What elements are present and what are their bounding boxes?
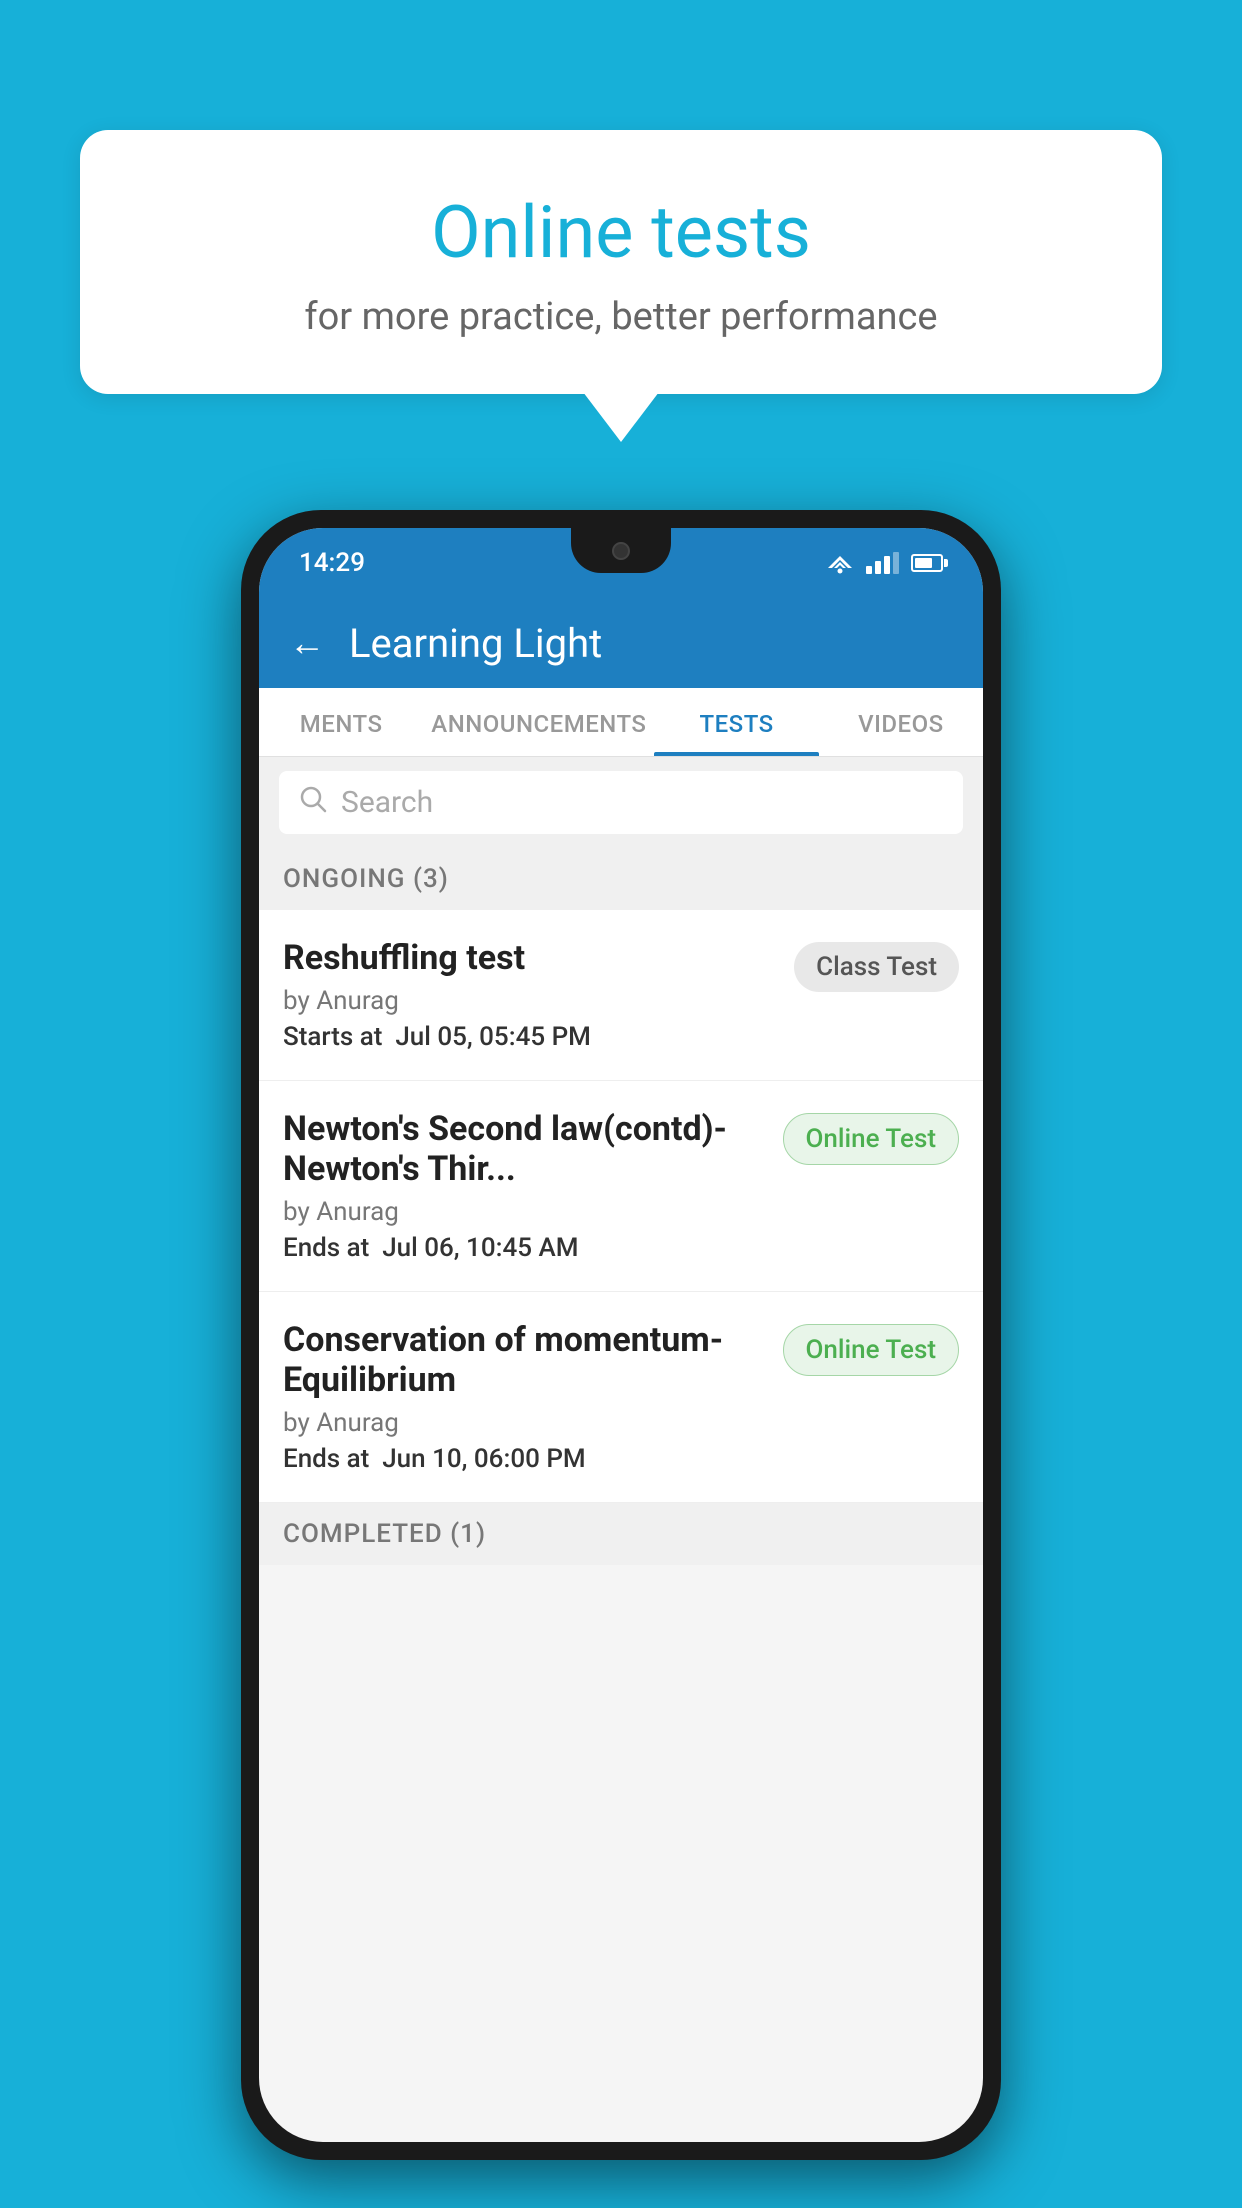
test-date-value: Jul 05, 05:45 PM [395, 1022, 591, 1052]
search-container: Search [259, 757, 983, 848]
app-header: ← Learning Light [259, 598, 983, 688]
test-date: Ends at Jul 06, 10:45 AM [283, 1233, 767, 1263]
speech-bubble-container: Online tests for more practice, better p… [80, 130, 1162, 394]
phone-screen: 14:29 [259, 528, 983, 2142]
online-test-badge: Online Test [783, 1324, 960, 1376]
online-test-badge: Online Test [783, 1113, 960, 1165]
test-by: by Anurag [283, 1197, 767, 1227]
status-icons [826, 552, 943, 574]
tab-assignments[interactable]: MENTS [259, 688, 423, 756]
completed-section-header: COMPLETED (1) [259, 1503, 983, 1565]
speech-bubble: Online tests for more practice, better p… [80, 130, 1162, 394]
test-name: Reshuffling test [283, 938, 778, 978]
tab-announcements[interactable]: ANNOUNCEMENTS [423, 688, 654, 756]
test-date-label: Ends at [283, 1233, 369, 1263]
test-by: by Anurag [283, 986, 778, 1016]
test-date: Starts at Jul 05, 05:45 PM [283, 1022, 778, 1052]
test-item[interactable]: Conservation of momentum-Equilibrium by … [259, 1292, 983, 1503]
test-date-value: Jun 10, 06:00 PM [382, 1444, 585, 1474]
back-button[interactable]: ← [289, 622, 325, 664]
wifi-icon [826, 552, 854, 574]
search-input[interactable]: Search [341, 785, 433, 820]
search-icon [299, 785, 327, 820]
online-tests-subtitle: for more practice, better performance [140, 295, 1102, 339]
status-bar: 14:29 [259, 528, 983, 598]
test-info: Reshuffling test by Anurag Starts at Jul… [283, 938, 794, 1052]
test-name: Newton's Second law(contd)-Newton's Thir… [283, 1109, 767, 1189]
tabs-container: MENTS ANNOUNCEMENTS TESTS VIDEOS [259, 688, 983, 757]
class-test-badge: Class Test [794, 942, 959, 992]
test-by: by Anurag [283, 1408, 767, 1438]
test-date-value: Jul 06, 10:45 AM [382, 1233, 578, 1263]
signal-icon [866, 552, 899, 574]
notch [571, 528, 671, 573]
test-name: Conservation of momentum-Equilibrium [283, 1320, 767, 1400]
test-info: Conservation of momentum-Equilibrium by … [283, 1320, 783, 1474]
status-time: 14:29 [299, 548, 365, 578]
test-date-label: Starts at [283, 1022, 382, 1052]
online-tests-title: Online tests [140, 190, 1102, 275]
phone-outer: 14:29 [241, 510, 1001, 2160]
ongoing-section-header: ONGOING (3) [259, 848, 983, 910]
app-title: Learning Light [349, 620, 602, 667]
battery-icon [911, 554, 943, 572]
tab-tests[interactable]: TESTS [654, 688, 818, 756]
search-input-wrapper[interactable]: Search [279, 771, 963, 834]
test-date: Ends at Jun 10, 06:00 PM [283, 1444, 767, 1474]
phone-wrapper: 14:29 [241, 510, 1001, 2160]
test-item[interactable]: Newton's Second law(contd)-Newton's Thir… [259, 1081, 983, 1292]
test-item[interactable]: Reshuffling test by Anurag Starts at Jul… [259, 910, 983, 1081]
camera-dot [612, 542, 630, 560]
battery-fill [915, 558, 932, 568]
tab-videos[interactable]: VIDEOS [819, 688, 983, 756]
test-info: Newton's Second law(contd)-Newton's Thir… [283, 1109, 783, 1263]
test-date-label: Ends at [283, 1444, 369, 1474]
